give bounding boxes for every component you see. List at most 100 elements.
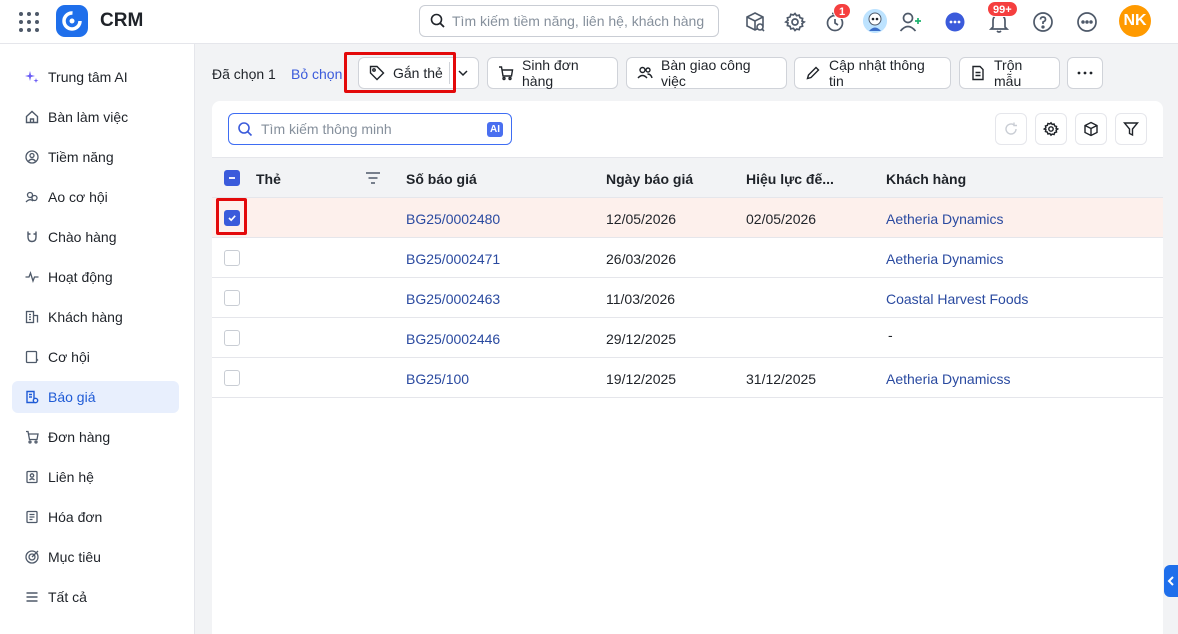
- sidebar-item-label: Tiềm năng: [48, 149, 114, 165]
- valid-until: 02/05/2026: [746, 211, 817, 227]
- row-checkbox[interactable]: [224, 290, 240, 306]
- user-avatar[interactable]: NK: [1119, 5, 1151, 37]
- header-valid-until[interactable]: Hiệu lực đế...: [746, 171, 834, 187]
- chevron-down-icon[interactable]: [457, 67, 469, 79]
- sidebar-item-label: Chào hàng: [48, 229, 117, 245]
- add-user-icon[interactable]: [898, 9, 924, 35]
- people-icon: [637, 65, 653, 81]
- customer-link[interactable]: Aetheria Dynamics: [886, 251, 1004, 267]
- sidebar-item-label: Liên hệ: [48, 469, 94, 485]
- quote-number-link[interactable]: BG25/0002480: [406, 211, 500, 227]
- handover-label: Bàn giao công việc: [661, 57, 751, 89]
- expand-panel-tab[interactable]: [1164, 565, 1178, 597]
- smart-search-input[interactable]: [261, 121, 481, 137]
- assistant-avatar-icon[interactable]: [863, 9, 887, 33]
- table-settings-button[interactable]: [1035, 113, 1067, 145]
- package-search-icon[interactable]: [742, 9, 768, 35]
- menu-icon: [24, 589, 40, 605]
- gear-icon: [1043, 121, 1059, 137]
- sidebar-item-leads[interactable]: Tiềm năng: [12, 141, 179, 173]
- smart-search[interactable]: AI: [228, 113, 512, 145]
- more-actions-button[interactable]: [1067, 57, 1103, 89]
- smart-search-icon: [237, 121, 253, 137]
- quote-number-link[interactable]: BG25/100: [406, 371, 469, 387]
- update-info-button[interactable]: Cập nhật thông tin: [794, 57, 951, 89]
- document-icon: [970, 65, 986, 81]
- sidebar-item-all[interactable]: Tất cả: [12, 581, 179, 613]
- notification-badge: 99+: [987, 1, 1018, 17]
- row-checkbox[interactable]: [224, 250, 240, 266]
- highlight-box: [216, 198, 247, 235]
- sidebar-item-label: Mục tiêu: [48, 549, 101, 565]
- sidebar: Trung tâm AI Bàn làm việc Tiềm năng Ao c…: [0, 44, 195, 634]
- sidebar-item-label: Đơn hàng: [48, 429, 111, 445]
- header-quote-date[interactable]: Ngày báo giá: [606, 171, 693, 187]
- magnet-icon: [24, 229, 40, 245]
- table-row[interactable]: BG25/100 19/12/2025 31/12/2025 Aetheria …: [212, 358, 1163, 398]
- sidebar-item-activities[interactable]: Hoạt động: [12, 261, 179, 293]
- sidebar-item-label: Báo giá: [48, 389, 96, 405]
- quote-number-link[interactable]: BG25/0002463: [406, 291, 500, 307]
- row-checkbox[interactable]: [224, 330, 240, 346]
- quote-number-link[interactable]: BG25/0002446: [406, 331, 500, 347]
- handover-button[interactable]: Bàn giao công việc: [626, 57, 787, 89]
- customer-empty: -: [888, 327, 893, 343]
- more-apps-icon[interactable]: [1074, 9, 1100, 35]
- sidebar-item-opportunity-pool[interactable]: Ao cơ hội: [12, 181, 179, 213]
- help-icon[interactable]: [1030, 9, 1056, 35]
- sidebar-item-label: Cơ hội: [48, 349, 90, 365]
- app-grid-icon[interactable]: [18, 11, 40, 33]
- refresh-icon: [1004, 122, 1018, 136]
- home-icon: [24, 109, 40, 125]
- selected-count: Đã chọn 1: [212, 66, 276, 82]
- ai-badge: AI: [487, 122, 503, 137]
- sidebar-item-customers[interactable]: Khách hàng: [12, 301, 179, 333]
- sidebar-item-workspace[interactable]: Bàn làm việc: [12, 101, 179, 133]
- header-quote-number[interactable]: Số báo giá: [406, 171, 477, 187]
- cube-icon: [1083, 121, 1099, 137]
- sidebar-item-orders[interactable]: Đơn hàng: [12, 421, 179, 453]
- sidebar-item-label: Tất cả: [48, 589, 87, 605]
- sidebar-item-contacts[interactable]: Liên hệ: [12, 461, 179, 493]
- mail-merge-button[interactable]: Trộn mẫu: [959, 57, 1060, 89]
- sidebar-item-quotes[interactable]: Báo giá: [12, 381, 179, 413]
- export-button[interactable]: [1075, 113, 1107, 145]
- deselect-link[interactable]: Bỏ chọn: [291, 66, 342, 82]
- customer-link[interactable]: Aetheria Dynamics: [886, 211, 1004, 227]
- sidebar-item-opportunities[interactable]: Cơ hội: [12, 341, 179, 373]
- header-customer[interactable]: Khách hàng: [886, 171, 966, 187]
- target-icon: [24, 549, 40, 565]
- header-tag[interactable]: Thẻ: [256, 171, 281, 187]
- global-search[interactable]: [419, 5, 719, 37]
- settings-icon[interactable]: [782, 9, 808, 35]
- refresh-button[interactable]: [995, 113, 1027, 145]
- customer-link[interactable]: Coastal Harvest Foods: [886, 291, 1028, 307]
- table-row[interactable]: BG25/0002480 12/05/2026 02/05/2026 Aethe…: [212, 198, 1163, 238]
- sidebar-item-label: Trung tâm AI: [48, 69, 128, 85]
- filter-button[interactable]: [1115, 113, 1147, 145]
- quote-list-card: AI Thẻ Số báo giá Ngày báo giá Hiệu lực …: [212, 101, 1163, 634]
- quote-date: 26/03/2026: [606, 251, 677, 267]
- quote-date: 11/03/2026: [606, 291, 676, 307]
- table-row[interactable]: BG25/0002463 11/03/2026 Coastal Harvest …: [212, 278, 1163, 318]
- customer-link[interactable]: Aetheria Dynamicss: [886, 371, 1011, 387]
- table-row[interactable]: BG25/0002471 26/03/2026 Aetheria Dynamic…: [212, 238, 1163, 278]
- highlight-box: [344, 52, 456, 93]
- top-bar: CRM 1 99+ NK: [0, 0, 1178, 44]
- cart-icon: [24, 429, 40, 445]
- chat-icon[interactable]: [942, 9, 968, 35]
- sidebar-item-goals[interactable]: Mục tiêu: [12, 541, 179, 573]
- row-checkbox[interactable]: [224, 370, 240, 386]
- create-order-button[interactable]: Sinh đơn hàng: [487, 57, 618, 89]
- sidebar-item-offers[interactable]: Chào hàng: [12, 221, 179, 253]
- sidebar-item-ai-center[interactable]: Trung tâm AI: [12, 61, 179, 93]
- table-row[interactable]: BG25/0002446 29/12/2025 -: [212, 318, 1163, 358]
- timer-badge: 1: [833, 3, 852, 19]
- select-all-checkbox[interactable]: [224, 170, 240, 186]
- sidebar-item-invoices[interactable]: Hóa đơn: [12, 501, 179, 533]
- search-icon: [430, 13, 446, 29]
- quote-number-link[interactable]: BG25/0002471: [406, 251, 500, 267]
- global-search-input[interactable]: [452, 13, 712, 29]
- column-filter-icon[interactable]: [365, 171, 381, 185]
- quote-date: 19/12/2025: [606, 371, 677, 387]
